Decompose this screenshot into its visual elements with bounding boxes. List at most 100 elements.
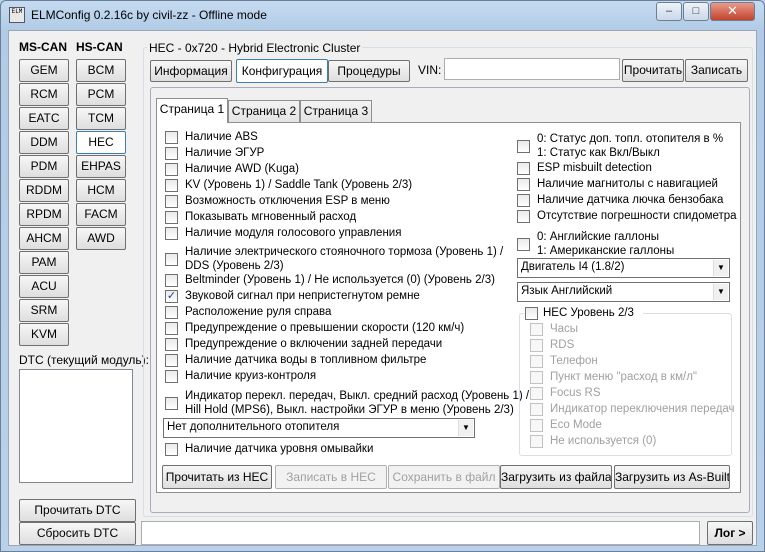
checkbox[interactable] [165,211,178,224]
right-option-label: Наличие датчика лючка бензобака [537,194,724,206]
log-button[interactable]: Лог > [707,521,753,545]
checkbox[interactable] [165,354,178,367]
module-button-pcm[interactable]: PCM [76,83,126,106]
read-hec-button[interactable]: Прочитать из HEC [162,465,272,489]
right-option[interactable]: Наличие датчика лючка бензобака [517,193,737,209]
left-option[interactable]: Наличие круиз-контроля [165,369,515,385]
left-option[interactable]: Возможность отключения ESP в меню [165,194,515,210]
module-button-tcm[interactable]: TCM [76,107,126,130]
left-option[interactable]: Наличие модуля голосового управления [165,226,515,242]
module-button-rddm[interactable]: RDDM [19,179,69,202]
checkbox[interactable] [165,131,178,144]
left-option[interactable]: ✓ Звуковой сигнал при непристегнутом ремн… [165,289,515,305]
reset-dtc-button[interactable]: Сбросить DTC [19,522,136,545]
module-button-kvm[interactable]: KVM [19,323,69,346]
tab-page-2[interactable]: Страница 2 [228,100,300,123]
checkbox[interactable] [517,178,530,191]
right-option[interactable]: ESP misbuilt detection [517,161,737,177]
checkbox[interactable] [165,443,178,456]
module-button-rcm[interactable]: RCM [19,83,69,106]
module-button-srm[interactable]: SRM [19,299,69,322]
hec-level-toggle[interactable]: HEC Уровень 2/3 [523,306,643,322]
checkbox[interactable] [165,338,178,351]
tab-config[interactable]: Конфигурация [236,59,328,83]
module-button-facm[interactable]: FACM [76,203,126,226]
app-icon: ELM [9,7,25,23]
left-option-label: KV (Уровень 1) / Saddle Tank (Уровень 2/… [185,179,413,191]
checkbox[interactable] [165,227,178,240]
checkbox[interactable] [165,370,178,383]
washer-sensor-option[interactable]: Наличие датчика уровня омывайки [165,442,465,458]
right-option[interactable]: Отсутствие погрешности спидометра [517,209,737,225]
module-button-pdm[interactable]: PDM [19,155,69,178]
left-option[interactable]: Показывать мгновенный расход [165,210,515,226]
checkbox [530,371,543,384]
left-option[interactable]: Расположение руля справа [165,305,515,321]
module-button-pam[interactable]: PAM [19,251,69,274]
hec-level-item: Индикатор переключения передач [530,402,735,418]
left-option[interactable]: KV (Уровень 1) / Saddle Tank (Уровень 2/… [165,178,515,194]
module-button-gem[interactable]: GEM [19,59,69,82]
module-button-hcm[interactable]: HCM [76,179,126,202]
checkbox[interactable] [165,274,178,287]
checkbox[interactable] [517,238,530,251]
left-option[interactable]: Наличие AWD (Kuga) [165,162,515,178]
minimize-button[interactable]: – [656,2,682,21]
right-option[interactable]: 0: Статус доп. топл. отопителя в % 1: Ста… [517,132,737,162]
load-asbuilt-button[interactable]: Загрузить из As-Built [614,465,730,489]
left-option[interactable]: Индикатор перекл. передач, Выкл. средний… [165,389,529,419]
read-vin-button[interactable]: Прочитать [622,59,684,82]
checkbox[interactable] [165,163,178,176]
read-dtc-button[interactable]: Прочитать DTC [19,499,136,522]
module-button-rpdm[interactable]: RPDM [19,203,69,226]
hec-level-item-label: Телефон [550,355,598,367]
left-option[interactable]: Наличие ABS [165,130,515,146]
language-combo[interactable]: Язык Английский ▼ [517,282,730,302]
tab-page-3[interactable]: Страница 3 [300,100,372,123]
left-option[interactable]: Предупреждение о превышении скорости (12… [165,321,515,337]
heater-combo[interactable]: Нет дополнительного отопителя ▼ [163,418,475,438]
checkbox[interactable] [517,140,530,153]
left-option[interactable]: Наличие ЭГУР [165,146,515,162]
left-option-label-2: DDS (Уровень 2/3) [185,260,284,272]
checkbox[interactable] [165,253,178,266]
engine-combo[interactable]: Двигатель I4 (1.8/2) ▼ [517,258,730,278]
checkbox[interactable] [165,195,178,208]
module-button-acu[interactable]: ACU [19,275,69,298]
checkbox[interactable] [525,307,538,320]
close-button[interactable]: ✕ [710,2,755,21]
right-option[interactable]: 0: Английские галлоны 1: Американские гал… [517,230,737,260]
load-file-button[interactable]: Загрузить из файла [500,465,612,489]
left-option-label: Звуковой сигнал при непристегнутом ремне [185,290,420,302]
checkbox[interactable] [165,397,178,410]
checkbox[interactable] [517,194,530,207]
checkbox[interactable] [165,322,178,335]
module-button-ehpas[interactable]: EHPAS [76,155,126,178]
checkbox[interactable] [517,210,530,223]
module-button-ddm[interactable]: DDM [19,131,69,154]
right-option[interactable]: Наличие магнитолы с навигацией [517,177,737,193]
left-option[interactable]: Предупреждение о включении задней переда… [165,337,515,353]
vin-input[interactable] [444,58,620,80]
module-button-ahcm[interactable]: AHCM [19,227,69,250]
maximize-button[interactable]: □ [683,2,709,21]
right-option-label: Отсутствие погрешности спидометра [537,210,737,222]
checkbox[interactable] [165,179,178,192]
tab-info[interactable]: Информация [150,60,232,82]
module-button-awd[interactable]: AWD [76,227,126,250]
left-option[interactable]: Beltminder (Уровень 1) / Не используется… [165,273,515,289]
module-button-hec[interactable]: HEC [76,131,126,154]
tab-procedures[interactable]: Процедуры [328,60,410,82]
checkbox[interactable] [165,306,178,319]
checkbox[interactable]: ✓ [165,290,178,303]
checkbox[interactable] [517,162,530,175]
checkbox[interactable] [165,147,178,160]
left-option[interactable]: Наличие датчика воды в топливном фильтре [165,353,515,369]
module-button-bcm[interactable]: BCM [76,59,126,82]
write-vin-button[interactable]: Записать [685,59,748,82]
tab-page-1[interactable]: Страница 1 [156,98,228,123]
dtc-list[interactable] [19,369,133,483]
save-file-button: Сохранить в файл [388,465,500,489]
left-option[interactable]: Наличие электрического стояночного тормо… [165,245,515,275]
module-button-eatc[interactable]: EATC [19,107,69,130]
